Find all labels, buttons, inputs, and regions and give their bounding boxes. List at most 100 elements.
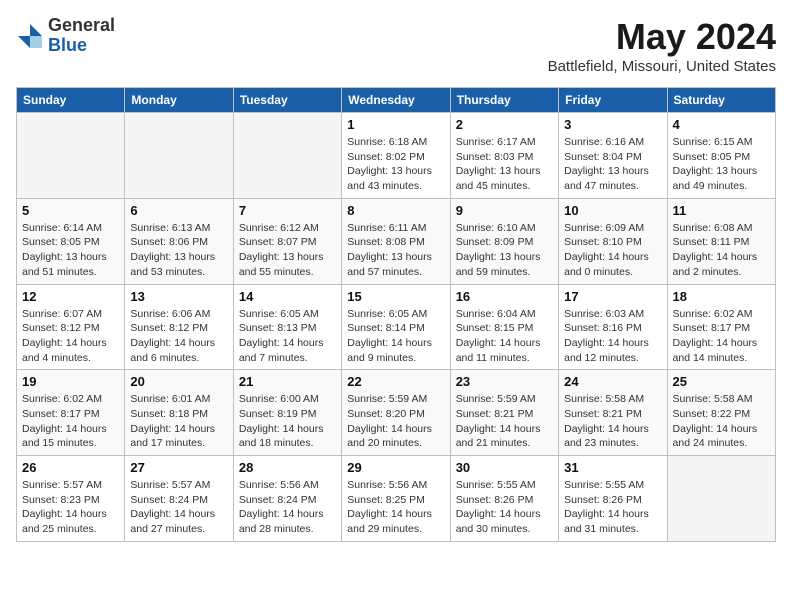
calendar-day-cell: 5 Sunrise: 6:14 AMSunset: 8:05 PMDaylight… (17, 198, 125, 284)
month-title: May 2024 (548, 16, 776, 58)
day-info: Sunrise: 6:11 AMSunset: 8:08 PMDaylight:… (347, 221, 444, 280)
calendar-day-cell (233, 113, 341, 199)
calendar-day-cell: 6Sunrise: 6:13 AMSunset: 8:06 PMDaylight… (125, 198, 233, 284)
day-number: 18 (673, 289, 770, 304)
day-number: 8 (347, 203, 444, 218)
calendar-day-cell: 18 Sunrise: 6:02 AMSunset: 8:17 PMDayligh… (667, 284, 775, 370)
day-info: Sunrise: 6:06 AMSunset: 8:12 PMDaylight:… (130, 307, 227, 366)
day-info: Sunrise: 6:12 AMSunset: 8:07 PMDaylight:… (239, 221, 336, 280)
logo-text: General Blue (48, 16, 115, 56)
weekday-header-sunday: Sunday (17, 88, 125, 113)
day-number: 20 (130, 374, 227, 389)
calendar-day-cell: 1 Sunrise: 6:18 AMSunset: 8:02 PMDaylight… (342, 113, 450, 199)
calendar-day-cell: 16 Sunrise: 6:04 AMSunset: 8:15 PMDayligh… (450, 284, 558, 370)
calendar-day-cell: 22 Sunrise: 5:59 AMSunset: 8:20 PMDayligh… (342, 370, 450, 456)
weekday-header-thursday: Thursday (450, 88, 558, 113)
day-number: 3 (564, 117, 661, 132)
day-number: 2 (456, 117, 553, 132)
day-info: Sunrise: 5:55 AMSunset: 8:26 PMDaylight:… (456, 478, 553, 537)
day-number: 10 (564, 203, 661, 218)
calendar-day-cell (667, 456, 775, 542)
calendar-day-cell: 29 Sunrise: 5:56 AMSunset: 8:25 PMDayligh… (342, 456, 450, 542)
logo-blue: Blue (48, 36, 115, 56)
day-number: 14 (239, 289, 336, 304)
calendar-day-cell: 25Sunrise: 5:58 AMSunset: 8:22 PMDayligh… (667, 370, 775, 456)
day-info: Sunrise: 6:16 AMSunset: 8:04 PMDaylight:… (564, 135, 661, 194)
calendar-day-cell: 30 Sunrise: 5:55 AMSunset: 8:26 PMDayligh… (450, 456, 558, 542)
day-info: Sunrise: 6:05 AMSunset: 8:13 PMDaylight:… (239, 307, 336, 366)
day-number: 16 (456, 289, 553, 304)
weekday-header-saturday: Saturday (667, 88, 775, 113)
calendar-day-cell: 15Sunrise: 6:05 AMSunset: 8:14 PMDayligh… (342, 284, 450, 370)
day-number: 31 (564, 460, 661, 475)
calendar-day-cell: 9Sunrise: 6:10 AMSunset: 8:09 PMDaylight… (450, 198, 558, 284)
day-info: Sunrise: 5:56 AMSunset: 8:25 PMDaylight:… (347, 478, 444, 537)
logo-icon (16, 22, 44, 50)
page-header: General Blue May 2024 Battlefield, Misso… (16, 16, 776, 75)
day-number: 23 (456, 374, 553, 389)
calendar-day-cell: 21Sunrise: 6:00 AMSunset: 8:19 PMDayligh… (233, 370, 341, 456)
day-number: 6 (130, 203, 227, 218)
day-info: Sunrise: 6:14 AMSunset: 8:05 PMDaylight:… (22, 221, 119, 280)
day-info: Sunrise: 6:02 AMSunset: 8:17 PMDaylight:… (673, 307, 770, 366)
location: Battlefield, Missouri, United States (548, 58, 776, 75)
day-info: Sunrise: 6:01 AMSunset: 8:18 PMDaylight:… (130, 392, 227, 451)
day-info: Sunrise: 6:04 AMSunset: 8:15 PMDaylight:… (456, 307, 553, 366)
calendar-day-cell (17, 113, 125, 199)
day-info: Sunrise: 6:08 AMSunset: 8:11 PMDaylight:… (673, 221, 770, 280)
calendar-day-cell: 23Sunrise: 5:59 AMSunset: 8:21 PMDayligh… (450, 370, 558, 456)
day-number: 19 (22, 374, 119, 389)
day-number: 17 (564, 289, 661, 304)
calendar-day-cell: 19 Sunrise: 6:02 AMSunset: 8:17 PMDayligh… (17, 370, 125, 456)
calendar-day-cell: 27Sunrise: 5:57 AMSunset: 8:24 PMDayligh… (125, 456, 233, 542)
calendar-day-cell: 31 Sunrise: 5:55 AMSunset: 8:26 PMDayligh… (559, 456, 667, 542)
calendar-week-row: 19 Sunrise: 6:02 AMSunset: 8:17 PMDayligh… (17, 370, 776, 456)
day-info: Sunrise: 6:02 AMSunset: 8:17 PMDaylight:… (22, 392, 119, 451)
day-info: Sunrise: 6:09 AMSunset: 8:10 PMDaylight:… (564, 221, 661, 280)
calendar-week-row: 26Sunrise: 5:57 AMSunset: 8:23 PMDayligh… (17, 456, 776, 542)
day-number: 24 (564, 374, 661, 389)
weekday-header-tuesday: Tuesday (233, 88, 341, 113)
weekday-header-monday: Monday (125, 88, 233, 113)
day-number: 11 (673, 203, 770, 218)
calendar-day-cell: 4Sunrise: 6:15 AMSunset: 8:05 PMDaylight… (667, 113, 775, 199)
calendar-day-cell: 24Sunrise: 5:58 AMSunset: 8:21 PMDayligh… (559, 370, 667, 456)
calendar-day-cell: 12Sunrise: 6:07 AMSunset: 8:12 PMDayligh… (17, 284, 125, 370)
calendar-day-cell: 10 Sunrise: 6:09 AMSunset: 8:10 PMDayligh… (559, 198, 667, 284)
calendar-day-cell: 20 Sunrise: 6:01 AMSunset: 8:18 PMDayligh… (125, 370, 233, 456)
day-info: Sunrise: 5:55 AMSunset: 8:26 PMDaylight:… (564, 478, 661, 537)
calendar-day-cell: 8 Sunrise: 6:11 AMSunset: 8:08 PMDaylight… (342, 198, 450, 284)
calendar-day-cell (125, 113, 233, 199)
day-number: 29 (347, 460, 444, 475)
day-info: Sunrise: 6:17 AMSunset: 8:03 PMDaylight:… (456, 135, 553, 194)
day-number: 13 (130, 289, 227, 304)
day-number: 30 (456, 460, 553, 475)
day-number: 28 (239, 460, 336, 475)
logo-general: General (48, 16, 115, 36)
day-number: 15 (347, 289, 444, 304)
calendar-week-row: 5 Sunrise: 6:14 AMSunset: 8:05 PMDaylight… (17, 198, 776, 284)
day-number: 21 (239, 374, 336, 389)
calendar-day-cell: 26Sunrise: 5:57 AMSunset: 8:23 PMDayligh… (17, 456, 125, 542)
calendar-week-row: 12Sunrise: 6:07 AMSunset: 8:12 PMDayligh… (17, 284, 776, 370)
calendar: SundayMondayTuesdayWednesdayThursdayFrid… (16, 87, 776, 542)
day-number: 22 (347, 374, 444, 389)
day-info: Sunrise: 6:18 AMSunset: 8:02 PMDaylight:… (347, 135, 444, 194)
calendar-day-cell: 3 Sunrise: 6:16 AMSunset: 8:04 PMDaylight… (559, 113, 667, 199)
calendar-day-cell: 13 Sunrise: 6:06 AMSunset: 8:12 PMDayligh… (125, 284, 233, 370)
day-info: Sunrise: 6:15 AMSunset: 8:05 PMDaylight:… (673, 135, 770, 194)
day-number: 12 (22, 289, 119, 304)
logo: General Blue (16, 16, 115, 56)
calendar-week-row: 1 Sunrise: 6:18 AMSunset: 8:02 PMDaylight… (17, 113, 776, 199)
day-info: Sunrise: 5:59 AMSunset: 8:20 PMDaylight:… (347, 392, 444, 451)
calendar-day-cell: 28Sunrise: 5:56 AMSunset: 8:24 PMDayligh… (233, 456, 341, 542)
calendar-day-cell: 17Sunrise: 6:03 AMSunset: 8:16 PMDayligh… (559, 284, 667, 370)
day-number: 7 (239, 203, 336, 218)
calendar-day-cell: 14 Sunrise: 6:05 AMSunset: 8:13 PMDayligh… (233, 284, 341, 370)
day-number: 5 (22, 203, 119, 218)
calendar-day-cell: 7 Sunrise: 6:12 AMSunset: 8:07 PMDaylight… (233, 198, 341, 284)
day-number: 25 (673, 374, 770, 389)
calendar-day-cell: 2 Sunrise: 6:17 AMSunset: 8:03 PMDaylight… (450, 113, 558, 199)
day-number: 1 (347, 117, 444, 132)
weekday-header-row: SundayMondayTuesdayWednesdayThursdayFrid… (17, 88, 776, 113)
